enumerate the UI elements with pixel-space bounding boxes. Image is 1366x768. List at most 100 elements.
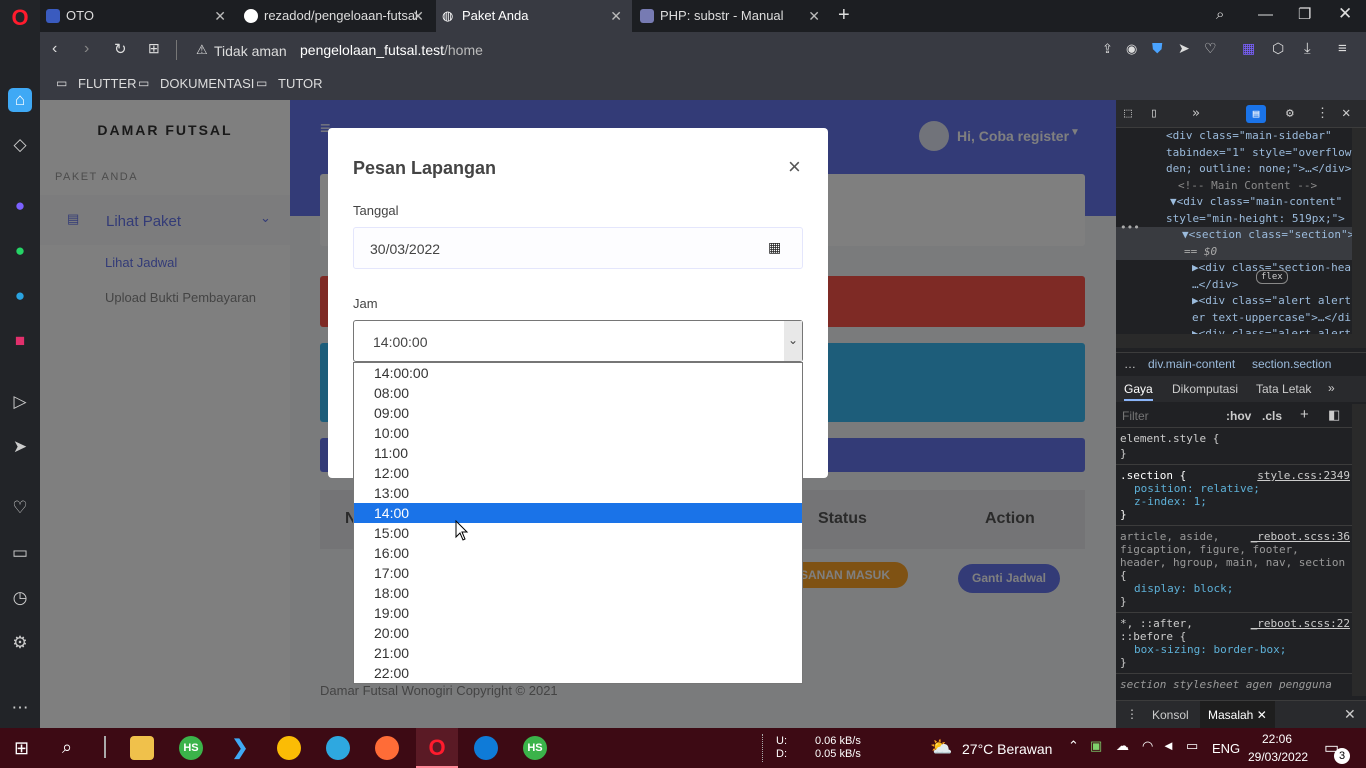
battery-icon[interactable]: ▭ [1186,738,1198,754]
dom-node-line[interactable]: er text-uppercase">…</di [1116,310,1352,327]
time-select[interactable]: 14:00:00 ⌄ [353,320,803,362]
inspect-icon[interactable]: ⬚ [1124,106,1132,121]
dom-node-line[interactable]: ▼<section class="section"> [1116,227,1352,244]
breadcrumb-item[interactable]: div.main-content [1148,357,1235,371]
flow-icon[interactable]: ➤ [1178,40,1190,57]
more-tabs-icon[interactable]: » [1192,106,1200,121]
styles-filter-input[interactable] [1122,408,1212,424]
aria-icon[interactable]: ◇ [8,133,32,157]
heart-icon[interactable]: ♡ [8,496,32,520]
close-icon[interactable]: ✕ [214,0,226,32]
tray-app-icon[interactable]: ▣ [1090,738,1102,754]
weather-cloud-sun-icon[interactable]: ⛅ [930,737,952,758]
devtools-menu-icon[interactable]: ⋮ [1316,106,1329,121]
styles-scrollbar[interactable] [1352,404,1366,696]
forward-icon[interactable]: › [84,40,89,58]
rule-source-link[interactable]: _reboot.scss:22 [1251,617,1350,630]
dom-node-line[interactable]: ▶<div class="section-hea [1116,260,1352,277]
reload-icon[interactable]: ↻ [114,40,127,58]
sidebar-toggle-icon[interactable]: ◧ [1328,407,1340,423]
horizontal-scrollbar[interactable] [1116,334,1366,348]
tab-paket-anda[interactable]: ◍ Paket Anda ✕ [436,0,632,32]
extension-icon[interactable]: ▦ [1242,40,1255,57]
time-option[interactable]: 13:00 [354,483,802,503]
dom-node-line[interactable]: …</div> [1116,277,1352,294]
task-view-icon[interactable] [104,736,106,758]
elements-scrollbar[interactable] [1352,128,1366,334]
opera-logo-icon[interactable]: O [8,6,32,30]
camera-icon[interactable]: ◉ [1126,41,1137,57]
url-field[interactable]: pengelolaan_futsal.test/home [300,42,483,58]
time-options-list[interactable]: 14:00:00 08:00 09:00 10:00 11:00 12:00 13:00 14… [353,362,803,684]
home-icon[interactable]: ⌂ [8,88,32,112]
hs-app-icon[interactable]: HS [523,736,547,760]
opera-icon[interactable]: O [425,736,449,760]
weather-text[interactable]: 27°C Berawan [962,741,1052,757]
time-option[interactable]: 10:00 [354,423,802,443]
tray-cloud-icon[interactable]: ☁ [1116,738,1129,754]
edge-icon[interactable] [474,736,498,760]
search-tabs-icon[interactable]: ⌕ [1216,6,1224,23]
hov-toggle[interactable]: :hov [1226,409,1251,423]
tab-masalah[interactable]: Masalah ✕ [1200,701,1275,728]
history-screen-icon[interactable]: ▭ [8,541,32,565]
dom-node-line[interactable]: ▼<div class="main-content" [1116,194,1352,211]
device-toggle-icon[interactable]: ▯ [1150,106,1158,121]
time-option[interactable]: 21:00 [354,643,802,663]
time-option[interactable]: 11:00 [354,443,802,463]
tabs-grid-icon[interactable]: ⊞ [148,40,160,57]
rule-source-link[interactable]: _reboot.scss:36 [1251,530,1350,543]
restore-icon[interactable]: ❐ [1298,5,1311,23]
vpn-shield-icon[interactable]: ⛊ [1152,40,1163,57]
time-option[interactable]: 12:00 [354,463,802,483]
tab-oto[interactable]: OTO ✕ [40,0,236,32]
flex-badge[interactable]: flex [1256,270,1288,284]
tab-konsol[interactable]: Konsol [1152,708,1189,722]
tab-php[interactable]: PHP: substr - Manual ✕ [634,0,830,32]
ellipsis-icon[interactable]: … [1124,357,1136,371]
hs-app-icon[interactable]: HS [179,736,203,760]
close-icon[interactable]: ✕ [412,0,424,32]
box-icon[interactable]: ⬡ [1272,40,1284,57]
close-icon[interactable]: ✕ [610,0,622,32]
time-option[interactable]: 08:00 [354,383,802,403]
windows-start-icon[interactable]: ⊞ [14,738,29,759]
security-label[interactable]: Tidak aman [214,43,287,59]
tab-github[interactable]: rezadod/pengeloaan-futsal ✕ [238,0,434,32]
elements-tree[interactable]: <div class="main-sidebar" tabindex="1" st… [1116,128,1352,334]
back-icon[interactable]: ‹ [52,40,57,58]
devtools-settings-icon[interactable]: ⚙ [1286,106,1294,121]
close-icon[interactable]: ✕ [808,0,820,32]
time-option[interactable]: 14:00:00 [354,363,802,383]
new-tab-icon[interactable]: + [838,4,850,27]
postman-icon[interactable] [375,736,399,760]
tab-gaya[interactable]: Gaya [1124,382,1153,401]
vscode-icon[interactable]: ❯ [228,736,252,760]
clock-time[interactable]: 22:06 [1262,732,1292,746]
wifi-icon[interactable]: ◠ [1142,738,1153,754]
chevron-down-icon[interactable]: ⌄ [784,321,802,361]
drawer-menu-icon[interactable]: ⋮ [1126,707,1138,721]
dom-node-line[interactable]: tabindex="1" style="overflow [1116,145,1352,162]
more-icon[interactable]: ⋯ [8,696,32,720]
time-option[interactable]: 18:00 [354,583,802,603]
speaker-icon[interactable]: ◄ [1162,738,1175,753]
dom-node-line[interactable]: ▶<div class="alert alert- [1116,293,1352,310]
bookmark-heart-icon[interactable]: ♡ [1204,40,1217,57]
bookmark-tutor[interactable]: TUTOR [278,76,323,91]
date-input[interactable]: 30/03/2022 ▦ [353,227,803,269]
language-indicator[interactable]: ENG [1212,741,1240,756]
bookmark-dokumentasi[interactable]: DOKUMENTASI [160,76,254,91]
chrome-icon[interactable] [277,736,301,760]
instagram-icon[interactable]: ■ [8,329,32,353]
dom-node-line[interactable]: style="min-height: 519px;"> [1116,211,1352,228]
messenger-icon[interactable]: ● [8,194,32,218]
time-option[interactable]: 22:00 [354,663,802,683]
time-option[interactable]: 09:00 [354,403,802,423]
file-explorer-icon[interactable] [130,736,154,760]
issues-icon[interactable]: ▤ [1246,105,1266,123]
breadcrumb-item[interactable]: section.section [1252,357,1331,371]
time-option[interactable]: 19:00 [354,603,802,623]
rule-property[interactable]: box-sizing: border-box; [1120,643,1348,656]
dom-node-line[interactable]: == $0 [1116,243,1352,260]
